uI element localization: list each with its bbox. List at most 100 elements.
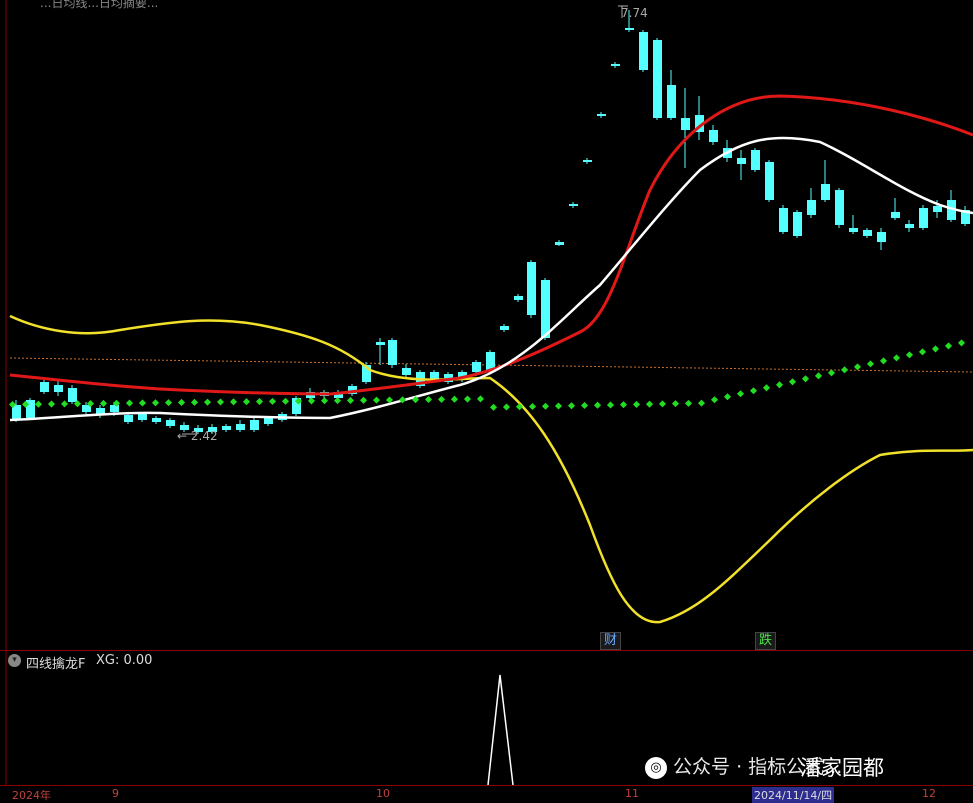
- green-dot: [502, 403, 511, 411]
- green-dot: [723, 393, 732, 401]
- candle-body: [891, 212, 900, 218]
- candle-body: [569, 204, 578, 206]
- candle-body: [264, 418, 273, 424]
- green-dot: [567, 402, 576, 410]
- candle-body: [625, 28, 634, 30]
- candle-body: [250, 420, 259, 430]
- candle-body: [597, 114, 606, 116]
- green-dot: [645, 400, 654, 408]
- date-label-sep: 9: [112, 787, 119, 800]
- candle-body: [222, 426, 231, 430]
- green-dot: [151, 399, 160, 407]
- green-dot: [255, 398, 264, 406]
- candle-body: [541, 280, 550, 338]
- green-dot: [931, 345, 940, 353]
- green-dot: [749, 387, 758, 395]
- green-dot: [918, 348, 927, 356]
- green-dot: [554, 402, 563, 410]
- green-dot: [463, 395, 472, 403]
- date-label-cursor: 2024/11/14/四: [752, 787, 835, 803]
- candle-body: [737, 158, 746, 164]
- signal-badge-die[interactable]: 跌: [755, 632, 777, 650]
- green-dot: [190, 398, 199, 406]
- green-dot: [775, 381, 784, 389]
- date-axis: 2024年 9 10 11 2024/11/14/四 12: [0, 785, 973, 803]
- candle-body: [124, 415, 133, 422]
- candle-body: [835, 190, 844, 225]
- green-dot: [307, 397, 316, 405]
- candle-body: [138, 414, 147, 420]
- candle-body: [388, 340, 397, 365]
- green-dot: [177, 398, 186, 407]
- candle-body: [681, 118, 690, 130]
- green-dot: [281, 397, 290, 405]
- watermark-brand: 潘家园都: [800, 756, 884, 780]
- wechat-icon: ◎: [645, 756, 667, 779]
- red-ma-line: [9, 94, 973, 396]
- green-dot: [125, 399, 134, 407]
- candle-body: [472, 362, 481, 372]
- candle-body: [765, 162, 774, 200]
- candle-body: [751, 150, 760, 170]
- date-label-nov: 11: [625, 787, 639, 800]
- green-dot: [229, 398, 238, 406]
- green-dot: [606, 401, 615, 409]
- green-dot: [359, 396, 368, 404]
- signal-badge-cai[interactable]: 财: [600, 632, 622, 650]
- green-dot: [905, 351, 914, 359]
- candle-body: [919, 208, 928, 228]
- candle-body: [583, 160, 592, 162]
- candle-body: [807, 200, 816, 215]
- candlestick-chart[interactable]: [0, 0, 973, 650]
- candle-body: [611, 64, 620, 66]
- candle-body: [110, 405, 119, 412]
- date-label-oct: 10: [376, 787, 390, 800]
- green-dot: [684, 399, 693, 407]
- low-price-label: ← 2.42: [177, 429, 218, 443]
- candle-body: [793, 212, 802, 236]
- green-dot: [99, 399, 108, 407]
- date-label-year: 2024年: [12, 789, 51, 802]
- green-dot: [853, 363, 862, 371]
- green-dot: [697, 399, 706, 407]
- green-dot: [658, 400, 667, 408]
- green-dot: [580, 401, 589, 409]
- green-dot: [528, 402, 537, 411]
- green-dot: [138, 399, 147, 407]
- candle-body: [877, 232, 886, 242]
- candle-body: [40, 382, 49, 392]
- green-dot: [372, 396, 381, 404]
- green-dot: [736, 390, 745, 398]
- green-dot: [164, 399, 173, 407]
- green-dot: [34, 400, 43, 408]
- green-dot: [268, 397, 277, 405]
- green-dot: [216, 398, 225, 406]
- green-dot: [437, 395, 446, 403]
- green-dot: [346, 396, 355, 404]
- candle-body: [514, 296, 523, 300]
- candle-body: [236, 424, 245, 430]
- date-label-dec: 12: [922, 787, 936, 800]
- candle-body: [709, 130, 718, 142]
- candle-body: [54, 385, 63, 392]
- green-dot: [892, 354, 901, 362]
- green-dot: [957, 339, 966, 347]
- candle-body: [527, 262, 536, 315]
- green-dot: [203, 398, 212, 406]
- candle-body: [500, 326, 509, 330]
- green-dot: [788, 378, 797, 386]
- green-dot: [320, 397, 329, 405]
- green-dot: [944, 342, 953, 350]
- green-dot: [879, 357, 888, 365]
- candle-body: [863, 230, 872, 236]
- candle-body: [905, 224, 914, 228]
- green-dot: [866, 360, 875, 368]
- candle-body: [12, 405, 21, 420]
- green-dot: [489, 403, 498, 411]
- green-dot: [541, 402, 550, 410]
- green-dot: [333, 397, 342, 405]
- candle-body: [933, 206, 942, 212]
- candle-body: [402, 368, 411, 375]
- green-dot: [762, 384, 771, 392]
- green-dot: [801, 375, 810, 383]
